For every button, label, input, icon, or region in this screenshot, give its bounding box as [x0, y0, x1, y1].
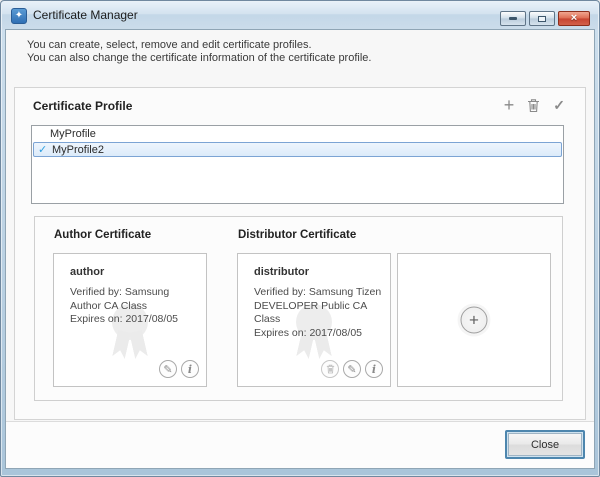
check-icon: ✓: [553, 97, 565, 114]
footer-bar: Close: [6, 421, 594, 468]
active-check-icon: ✓: [38, 143, 47, 157]
distributor-cert-info-button[interactable]: i: [365, 360, 383, 378]
author-certificate-header: Author Certificate: [54, 229, 151, 241]
description-line-1: You can create, select, remove and edit …: [27, 39, 371, 52]
minimize-button[interactable]: [500, 11, 526, 26]
distributor-cert-expires: Expires on: 2017/08/05: [254, 327, 382, 341]
certificate-profile-title: Certificate Profile: [33, 99, 132, 113]
tizen-app-icon: ✦: [11, 8, 27, 24]
description-line-2: You can also change the certificate info…: [27, 52, 371, 65]
main-panel: Certificate Profile + ✓: [14, 87, 586, 420]
close-icon: ×: [571, 13, 577, 24]
set-active-profile-button[interactable]: ✓: [553, 97, 565, 113]
author-cert-info-button[interactable]: i: [181, 360, 199, 378]
dialog-description: You can create, select, remove and edit …: [27, 39, 371, 65]
close-button[interactable]: Close: [505, 430, 585, 459]
close-button-label: Close: [508, 433, 582, 456]
window-title: Certificate Manager: [33, 2, 138, 29]
remove-profile-button[interactable]: [527, 97, 540, 113]
info-icon: i: [372, 364, 376, 375]
profile-name: MyProfile2: [52, 144, 104, 156]
author-cert-name: author: [70, 266, 104, 278]
certificate-manager-window: ✦ Certificate Manager × You can create, …: [0, 0, 600, 477]
distributor-cert-name: distributor: [254, 266, 309, 278]
author-cert-details: Verified by: Samsung Author CA Class Exp…: [70, 286, 198, 327]
trash-icon: [326, 364, 335, 374]
pencil-icon: ✎: [347, 364, 356, 375]
remove-distributor-cert-button[interactable]: [321, 360, 339, 378]
maximize-icon: [538, 16, 546, 22]
minimize-icon: [509, 17, 517, 20]
profile-list[interactable]: MyProfile ✓ MyProfile2: [31, 125, 564, 204]
distributor-cert-verified-by: Verified by: Samsung Tizen DEVELOPER Pub…: [254, 286, 382, 327]
plus-icon: +: [469, 311, 479, 330]
add-certificate-button[interactable]: +: [461, 307, 488, 334]
edit-distributor-cert-button[interactable]: ✎: [343, 360, 361, 378]
edit-author-cert-button[interactable]: ✎: [159, 360, 177, 378]
author-certificate-card: author Verified by: Samsung Author CA Cl…: [53, 253, 207, 387]
author-cert-expires: Expires on: 2017/08/05: [70, 313, 198, 327]
maximize-button[interactable]: [529, 11, 555, 26]
plus-icon: +: [504, 98, 515, 112]
profile-list-item-myprofile[interactable]: MyProfile: [32, 126, 563, 142]
author-cert-verified-by: Verified by: Samsung Author CA Class: [70, 286, 198, 313]
window-controls: ×: [500, 11, 590, 26]
profile-name: MyProfile: [50, 128, 96, 140]
title-bar: ✦ Certificate Manager ×: [2, 2, 598, 29]
author-card-actions: ✎ i: [159, 360, 199, 378]
distributor-certificate-card: distributor Verified by: Samsung Tizen D…: [237, 253, 391, 387]
distributor-certificate-header: Distributor Certificate: [238, 229, 356, 241]
add-profile-button[interactable]: +: [504, 97, 515, 113]
trash-icon: [527, 98, 540, 113]
distributor-card-actions: ✎ i: [321, 360, 383, 378]
profile-list-item-myprofile2-selected[interactable]: ✓ MyProfile2: [33, 142, 562, 157]
distributor-cert-details: Verified by: Samsung Tizen DEVELOPER Pub…: [254, 286, 382, 340]
certificates-panel: Author Certificate Distributor Certifica…: [34, 216, 563, 401]
pencil-icon: ✎: [163, 364, 172, 375]
close-window-button[interactable]: ×: [558, 11, 590, 26]
dialog-content: You can create, select, remove and edit …: [5, 29, 595, 469]
profile-toolbar: + ✓: [504, 97, 565, 113]
add-certificate-card[interactable]: +: [397, 253, 551, 387]
info-icon: i: [188, 364, 192, 375]
